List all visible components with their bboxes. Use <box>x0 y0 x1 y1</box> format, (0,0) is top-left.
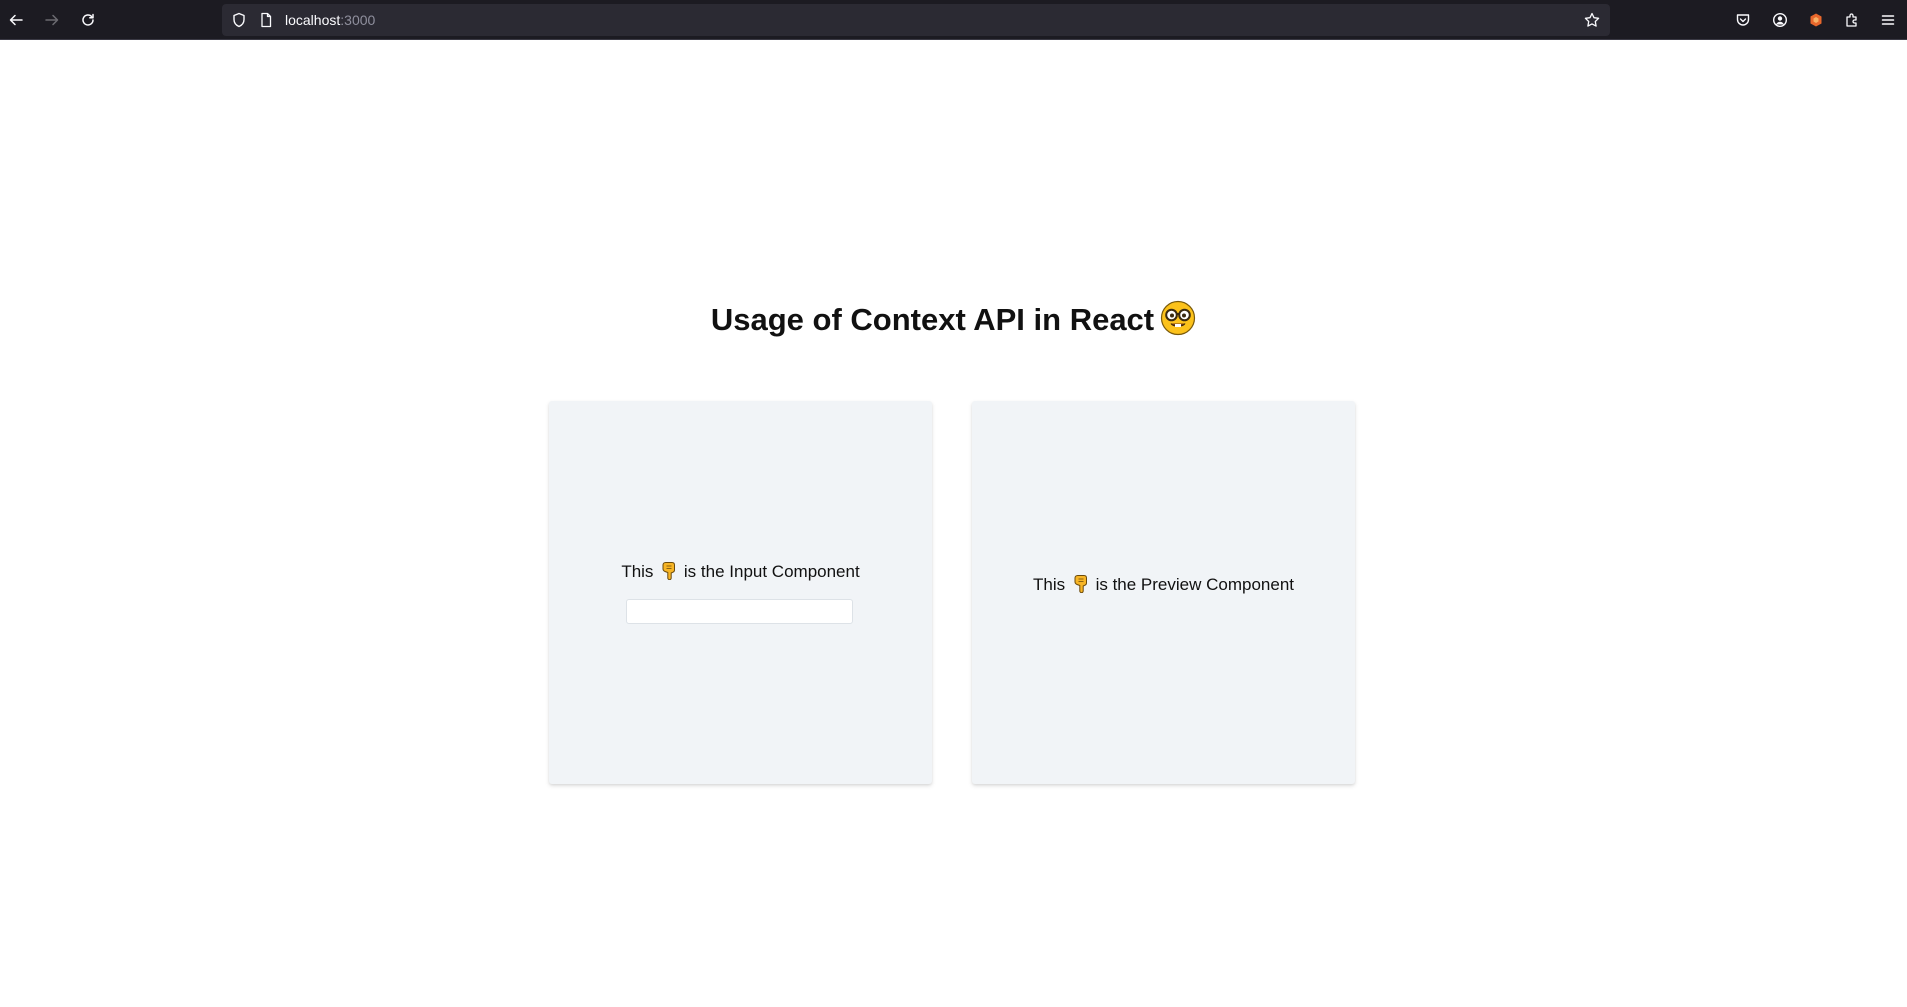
input-component-label: This is the Input Component <box>549 561 932 582</box>
extensions-button[interactable] <box>1840 8 1864 32</box>
account-button[interactable] <box>1768 8 1792 32</box>
back-button[interactable] <box>4 8 28 32</box>
forward-button[interactable] <box>40 8 64 32</box>
extension-badge-button[interactable] <box>1804 8 1828 32</box>
page-title: Usage of Context API in React <box>0 300 1907 338</box>
context-text-input[interactable] <box>626 599 853 624</box>
preview-component-card: This is the Preview Component <box>972 401 1355 784</box>
input-component-card: This is the Input Component <box>549 401 932 784</box>
input-label-before: This <box>621 562 654 581</box>
account-icon <box>1772 12 1788 28</box>
reload-button[interactable] <box>76 8 100 32</box>
url-port: :3000 <box>340 12 376 28</box>
pocket-icon <box>1736 14 1750 26</box>
page-icon[interactable] <box>258 12 274 28</box>
star-icon[interactable] <box>1584 12 1600 28</box>
preview-component-label: This is the Preview Component <box>972 574 1355 595</box>
pocket-button[interactable] <box>1731 8 1755 32</box>
puzzle-icon <box>1846 13 1857 27</box>
arrow-left-icon <box>9 14 23 26</box>
url-text[interactable]: localhost:3000 <box>285 4 375 36</box>
url-bar[interactable]: localhost:3000 <box>222 4 1610 36</box>
preview-label-after: is the Preview Component <box>1095 575 1295 594</box>
shield-icon[interactable] <box>231 12 247 28</box>
menu-button[interactable] <box>1876 8 1900 32</box>
hamburger-menu-icon <box>1881 15 1895 25</box>
extension-badge-icon <box>1810 13 1822 27</box>
url-host: localhost <box>285 12 341 28</box>
nerd-face-icon <box>1161 300 1196 336</box>
pointing-down-hand-icon <box>662 562 676 580</box>
browser-toolbar: localhost:3000 <box>0 0 1907 40</box>
reload-icon <box>82 13 94 26</box>
input-label-after: is the Input Component <box>683 562 860 581</box>
preview-label-before: This <box>1032 575 1066 594</box>
pointing-down-hand-icon <box>1074 575 1087 593</box>
page-content: Usage of Context API in React This is th… <box>0 41 1907 1007</box>
page-title-text: Usage of Context API in React <box>710 302 1155 337</box>
arrow-right-icon <box>45 14 59 26</box>
